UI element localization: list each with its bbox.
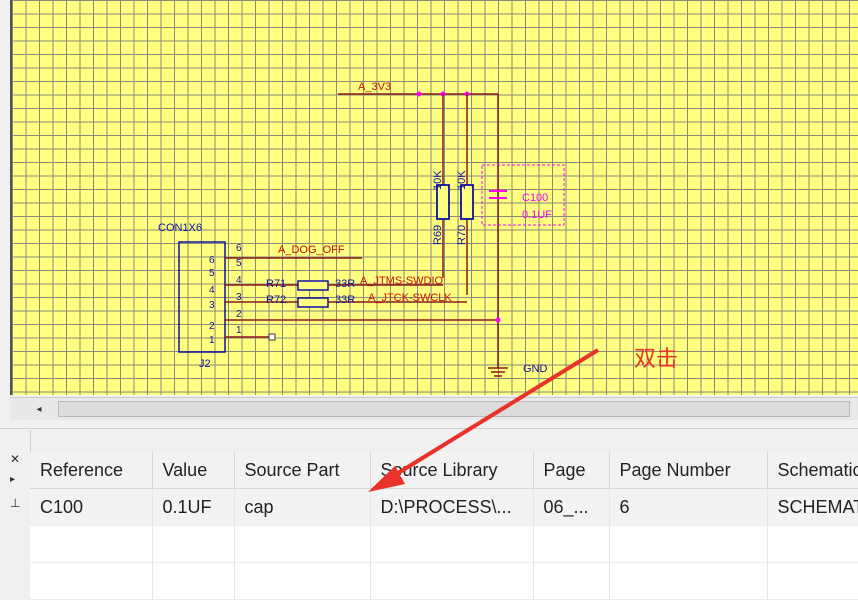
r70-ref: R70: [456, 225, 468, 245]
r69-value: 10K: [432, 170, 444, 190]
c100-value: 0.1UF: [522, 209, 552, 221]
table-row-empty: [30, 562, 858, 600]
connector-pin-outer: 2: [236, 309, 242, 320]
connector-pin-outer: 5: [236, 258, 242, 269]
schematic-canvas[interactable]: A_3V3 10K R69 10K R70 C100 0.1UF CON1X6: [10, 0, 858, 395]
connector-j2[interactable]: [178, 241, 226, 353]
cell-page[interactable]: 06_...: [533, 488, 610, 526]
connector-ref: J2: [199, 358, 211, 370]
annotation-text: 双击: [634, 347, 679, 372]
column-header-source-library[interactable]: Source Library: [370, 452, 534, 489]
cell-value[interactable]: 0.1UF: [152, 488, 235, 526]
connector-pin-inner: 4: [209, 285, 215, 296]
column-header-reference[interactable]: Reference: [30, 452, 153, 489]
gnd-label: GND: [523, 363, 548, 375]
panel-side-toolbar: ✕ ▸ ⊥: [0, 430, 31, 592]
r70-value: 10K: [456, 170, 468, 190]
connector-pin-inner: 3: [209, 300, 215, 311]
column-header-value[interactable]: Value: [152, 452, 235, 489]
horizontal-scrollbar[interactable]: ◂: [10, 397, 858, 421]
connector-pin-outer: 3: [236, 292, 242, 303]
schematic-drawing[interactable]: A_3V3 10K R69 10K R70 C100 0.1UF CON1X6: [12, 0, 858, 395]
resistor-r71[interactable]: [297, 280, 329, 291]
connector-pin-outer: 6: [236, 243, 242, 254]
resistor-r72[interactable]: [297, 297, 329, 308]
r71-value: 33R: [335, 278, 355, 290]
connector-pin-outer: 4: [236, 275, 242, 286]
net-label-jtms[interactable]: A_JTMS-SWDIO: [360, 275, 444, 287]
close-icon[interactable]: ✕: [10, 452, 20, 466]
column-header-source-part[interactable]: Source Part: [234, 452, 371, 489]
cell-page-number[interactable]: 6: [609, 488, 768, 526]
scroll-thumb[interactable]: [58, 401, 850, 417]
junction-dot: [495, 317, 501, 323]
connector-pin-outer: 1: [236, 325, 242, 336]
column-header-page-number[interactable]: Page Number: [609, 452, 768, 489]
r69-ref: R69: [432, 225, 444, 245]
cell-reference[interactable]: C100: [30, 488, 153, 526]
r71-ref: R71: [266, 278, 286, 290]
net-label-dog-off[interactable]: A_DOG_OFF: [278, 244, 345, 256]
connector-pin-inner: 5: [209, 268, 215, 279]
expand-arrow-icon[interactable]: ▸: [10, 474, 15, 485]
table-row[interactable]: C100 0.1UF cap D:\PROCESS\... 06_... 6 S…: [30, 488, 858, 526]
panel-splitter[interactable]: [0, 420, 858, 429]
connector-pin-inner: 2: [209, 321, 215, 332]
c100-ref: C100: [522, 192, 548, 204]
property-table: Reference Value Source Part Source Libra…: [30, 452, 858, 600]
connector-name: CON1X6: [158, 222, 202, 234]
schematic-canvas-frame: A_3V3 10K R69 10K R70 C100 0.1UF CON1X6: [0, 0, 858, 400]
net-label-3v3[interactable]: A_3V3: [358, 81, 391, 93]
connector-pin-inner: 1: [209, 335, 215, 346]
chevron-left-icon: ◂: [36, 403, 42, 415]
table-header-row: Reference Value Source Part Source Libra…: [30, 452, 858, 489]
net-label-jtck[interactable]: A_JTCK-SWCLK: [368, 292, 452, 304]
cell-source-library[interactable]: D:\PROCESS\...: [370, 488, 534, 526]
cell-source-part[interactable]: cap: [234, 488, 371, 526]
r72-ref: R72: [266, 294, 286, 306]
no-connect-marker: [268, 333, 276, 341]
column-header-schematic[interactable]: Schematic: [767, 452, 858, 489]
junction-dot: [416, 91, 422, 97]
column-header-page[interactable]: Page: [533, 452, 610, 489]
r72-value: 33R: [335, 294, 355, 306]
pin-icon[interactable]: ⊥: [10, 496, 20, 510]
cell-schematic[interactable]: SCHEMATIC1: [767, 488, 858, 526]
scroll-left-button[interactable]: ◂: [28, 398, 50, 420]
connector-pin-inner: 6: [209, 255, 215, 266]
table-row-empty: [30, 525, 858, 563]
